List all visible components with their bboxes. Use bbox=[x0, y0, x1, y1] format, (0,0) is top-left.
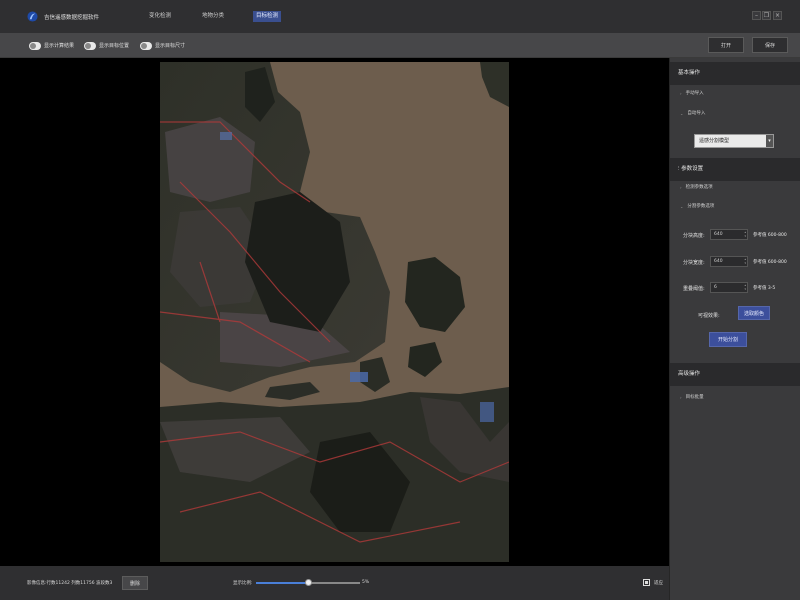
dropdown-arrow-icon[interactable]: ▾ bbox=[766, 135, 773, 147]
tile-width-ref: 参考值 600-800 bbox=[753, 260, 787, 265]
section-title: 参数设置 bbox=[681, 166, 704, 172]
auto-import-item[interactable]: ⌄ 自动导入 bbox=[680, 110, 706, 117]
open-button[interactable]: 打开 bbox=[708, 37, 744, 53]
select-value: 遥感分割模型 bbox=[699, 138, 730, 144]
image-info: 影像信息:行数11242 列数11756 波段数3 bbox=[27, 581, 113, 586]
section-params[interactable]: ⫶ 参数设置 bbox=[670, 158, 800, 181]
tile-height-label: 分块高度: bbox=[683, 233, 705, 239]
toggle-show-position[interactable]: 显示目标位置 bbox=[84, 41, 129, 50]
app-logo-icon bbox=[27, 11, 38, 22]
chevron-right-icon: › bbox=[680, 184, 682, 190]
zoom-value: 5% bbox=[362, 580, 370, 585]
overlap-threshold-label: 重叠阈值: bbox=[683, 286, 705, 292]
pick-color-button[interactable]: 选取颜色 bbox=[738, 306, 770, 320]
tile-width-label: 分块宽度: bbox=[683, 260, 705, 266]
input-value: 640 bbox=[714, 259, 723, 264]
restore-icon[interactable]: ❐ bbox=[762, 11, 771, 20]
target-batch-item[interactable]: › 目标批量 bbox=[680, 394, 704, 401]
section-advanced-ops[interactable]: 高级操作 bbox=[670, 363, 800, 386]
tile-height-ref: 参考值 600-800 bbox=[753, 233, 787, 238]
toggle-switch[interactable] bbox=[84, 41, 96, 50]
item-label: 检测参数选项 bbox=[685, 185, 713, 190]
start-segmentation-button[interactable]: 开始分割 bbox=[709, 332, 747, 347]
zoom-slider-fill bbox=[256, 582, 308, 584]
chevron-down-icon: ⌄ bbox=[680, 110, 684, 116]
zoom-slider-thumb[interactable] bbox=[305, 579, 312, 586]
chevron-right-icon: › bbox=[680, 90, 682, 96]
manual-import-item[interactable]: › 手动导入 bbox=[680, 90, 704, 97]
overlap-threshold-ref: 参考值 3-5 bbox=[753, 286, 776, 291]
section-basic-ops[interactable]: 基本操作 bbox=[670, 62, 800, 85]
toggle-switch[interactable] bbox=[29, 41, 41, 50]
overlap-threshold-input[interactable]: 6 ▴ ▾ bbox=[710, 282, 748, 293]
tab-target-detection[interactable]: 目标检测 bbox=[253, 11, 282, 22]
item-label: 手动导入 bbox=[685, 91, 704, 96]
satellite-image bbox=[160, 62, 509, 562]
fit-label[interactable]: 适应 bbox=[654, 580, 663, 586]
zoom-slider[interactable] bbox=[256, 579, 360, 586]
minimize-icon[interactable]: – bbox=[752, 11, 761, 20]
toggle-show-size[interactable]: 显示目标尺寸 bbox=[140, 41, 185, 50]
input-value: 640 bbox=[714, 232, 723, 237]
item-label: 自动导入 bbox=[687, 111, 706, 116]
chevron-right-icon: › bbox=[680, 394, 682, 400]
save-button[interactable]: 保存 bbox=[752, 37, 788, 53]
toggle-show-result[interactable]: 显示计算结果 bbox=[29, 41, 74, 50]
tab-change-detection[interactable]: 变化检测 bbox=[146, 11, 174, 22]
spinner-icon[interactable]: ▴ ▾ bbox=[744, 230, 746, 238]
status-bar: 影像信息:行数11242 列数11756 波段数3 删除 显示比例: 5% 适应 bbox=[0, 566, 669, 600]
image-viewport[interactable] bbox=[0, 58, 669, 566]
model-select[interactable]: 遥感分割模型 ▾ bbox=[694, 134, 774, 148]
item-label: 目标批量 bbox=[685, 395, 704, 400]
chevron-down-icon: ⌄ bbox=[680, 203, 684, 209]
spinner-icon[interactable]: ▴ ▾ bbox=[744, 283, 746, 291]
item-label: 分割参数选项 bbox=[687, 204, 715, 209]
tab-land-classification[interactable]: 地物分类 bbox=[199, 11, 227, 22]
segmentation-params-item[interactable]: ⌄ 分割参数选项 bbox=[680, 203, 715, 210]
close-icon[interactable]: × bbox=[773, 11, 782, 20]
tile-width-input[interactable]: 640 ▴ ▾ bbox=[710, 256, 748, 267]
toggle-label: 显示计算结果 bbox=[44, 43, 75, 49]
input-value: 6 bbox=[714, 285, 717, 290]
visual-color-label: 可视效果: bbox=[698, 313, 720, 319]
toggle-label: 显示目标尺寸 bbox=[155, 43, 186, 49]
detection-params-item[interactable]: › 检测参数选项 bbox=[680, 184, 713, 191]
delete-button[interactable]: 删除 bbox=[122, 576, 148, 590]
toolbar: 显示计算结果 显示目标位置 显示目标尺寸 bbox=[0, 33, 800, 58]
toggle-switch[interactable] bbox=[140, 41, 152, 50]
title-bar: 吉信遥感数据挖掘软件 变化检测 地物分类 目标检测 – ❐ × bbox=[0, 0, 800, 33]
tile-height-input[interactable]: 640 ▴ ▾ bbox=[710, 229, 748, 240]
spinner-icon[interactable]: ▴ ▾ bbox=[744, 257, 746, 265]
fit-window-icon[interactable] bbox=[643, 579, 650, 586]
app-title: 吉信遥感数据挖掘软件 bbox=[44, 15, 100, 21]
toggle-label: 显示目标位置 bbox=[99, 43, 130, 49]
zoom-label: 显示比例: bbox=[233, 581, 253, 586]
